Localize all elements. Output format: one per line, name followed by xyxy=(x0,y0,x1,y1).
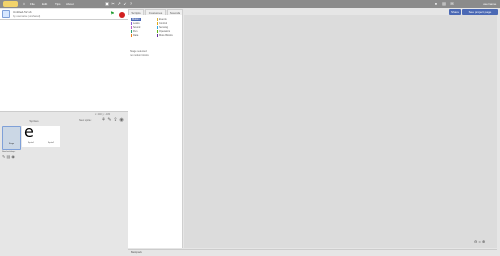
shrink-icon[interactable]: ↙ xyxy=(123,2,127,6)
sprite-thumbnail-sprite1[interactable]: e xyxy=(24,124,38,140)
green-flag-icon[interactable]: ⚑ xyxy=(110,12,115,17)
account-icon[interactable]: ● xyxy=(434,2,438,6)
stage-thumbnail-label: Stage xyxy=(8,143,15,145)
folder-icon[interactable]: ▤ xyxy=(6,154,10,159)
menu-about[interactable]: About xyxy=(66,2,74,6)
choose-sprite-icon[interactable]: ⚘ xyxy=(101,118,106,123)
zoom-controls: ⊖ = ⊕ xyxy=(474,240,490,244)
zoom-reset-icon[interactable]: = xyxy=(478,239,480,244)
project-title-field[interactable]: Untitled-52 sb xyxy=(13,11,63,14)
help-icon[interactable]: ? xyxy=(129,2,133,6)
zoom-out-icon[interactable]: ⊖ xyxy=(474,239,477,244)
cut-icon[interactable]: ✂ xyxy=(111,2,115,6)
folder-icon[interactable]: ▤ xyxy=(442,2,446,6)
camera-sprite-icon[interactable]: ◉ xyxy=(119,118,124,123)
new-sprite-label: New sprite: xyxy=(79,119,92,122)
user-label[interactable]: username xyxy=(483,2,496,6)
category-data[interactable]: Data xyxy=(131,34,138,37)
menubar: ⌂ File Edit Tips About ▣ ✂ ↗ ↙ ? ● ▤ ✉ u… xyxy=(0,0,500,8)
category-sound[interactable]: Sound xyxy=(131,26,140,29)
stage-thumbnail[interactable] xyxy=(2,126,21,150)
sprite-label-sprite1: Sprite1 xyxy=(27,142,35,144)
category-motion[interactable]: Motion xyxy=(131,18,141,21)
paint-sprite-icon[interactable]: ✎ xyxy=(107,118,112,123)
project-thumbnail xyxy=(2,10,10,18)
category-pen[interactable]: Pen xyxy=(131,30,137,33)
globe-icon[interactable]: ⌂ xyxy=(22,2,26,6)
backpack-bar[interactable]: Backpack xyxy=(128,249,497,256)
category-looks[interactable]: Looks xyxy=(131,22,140,25)
menu-file[interactable]: File xyxy=(30,2,35,6)
blocks-note-1: Stage selected: xyxy=(130,50,148,53)
stage-canvas[interactable] xyxy=(0,20,128,112)
category-control[interactable]: Control xyxy=(157,22,167,25)
sprite-label-sprite2: Sprite2 xyxy=(47,142,55,144)
stop-icon[interactable] xyxy=(119,12,125,18)
category-more-blocks[interactable]: More Blocks xyxy=(157,34,173,37)
category-events[interactable]: Events xyxy=(157,18,167,21)
menu-edit[interactable]: Edit xyxy=(42,2,47,6)
blocks-note-2: no motion blocks xyxy=(130,54,149,57)
category-operators[interactable]: Operators xyxy=(157,30,170,33)
see-project-page-button[interactable]: See project page xyxy=(462,9,498,15)
scratch-logo[interactable] xyxy=(3,1,18,7)
project-owner-text: by username (unshared) xyxy=(13,15,41,18)
grow-icon[interactable]: ↗ xyxy=(117,2,121,6)
zoom-in-icon[interactable]: ⊕ xyxy=(482,239,485,244)
menu-tips[interactable]: Tips xyxy=(55,2,61,6)
duplicate-icon[interactable]: ▣ xyxy=(105,2,109,6)
paint-icon[interactable]: ✎ xyxy=(2,154,5,159)
upload-sprite-icon[interactable]: ⇪ xyxy=(113,118,118,123)
backdrop-tools: ✎ ▤ ◉ xyxy=(2,155,20,159)
speech-icon[interactable]: ✉ xyxy=(450,2,454,6)
category-sensing[interactable]: Sensing xyxy=(157,26,168,29)
share-button[interactable]: Share xyxy=(449,9,461,15)
camera-icon[interactable]: ◉ xyxy=(11,154,15,159)
script-workspace[interactable] xyxy=(184,15,497,248)
